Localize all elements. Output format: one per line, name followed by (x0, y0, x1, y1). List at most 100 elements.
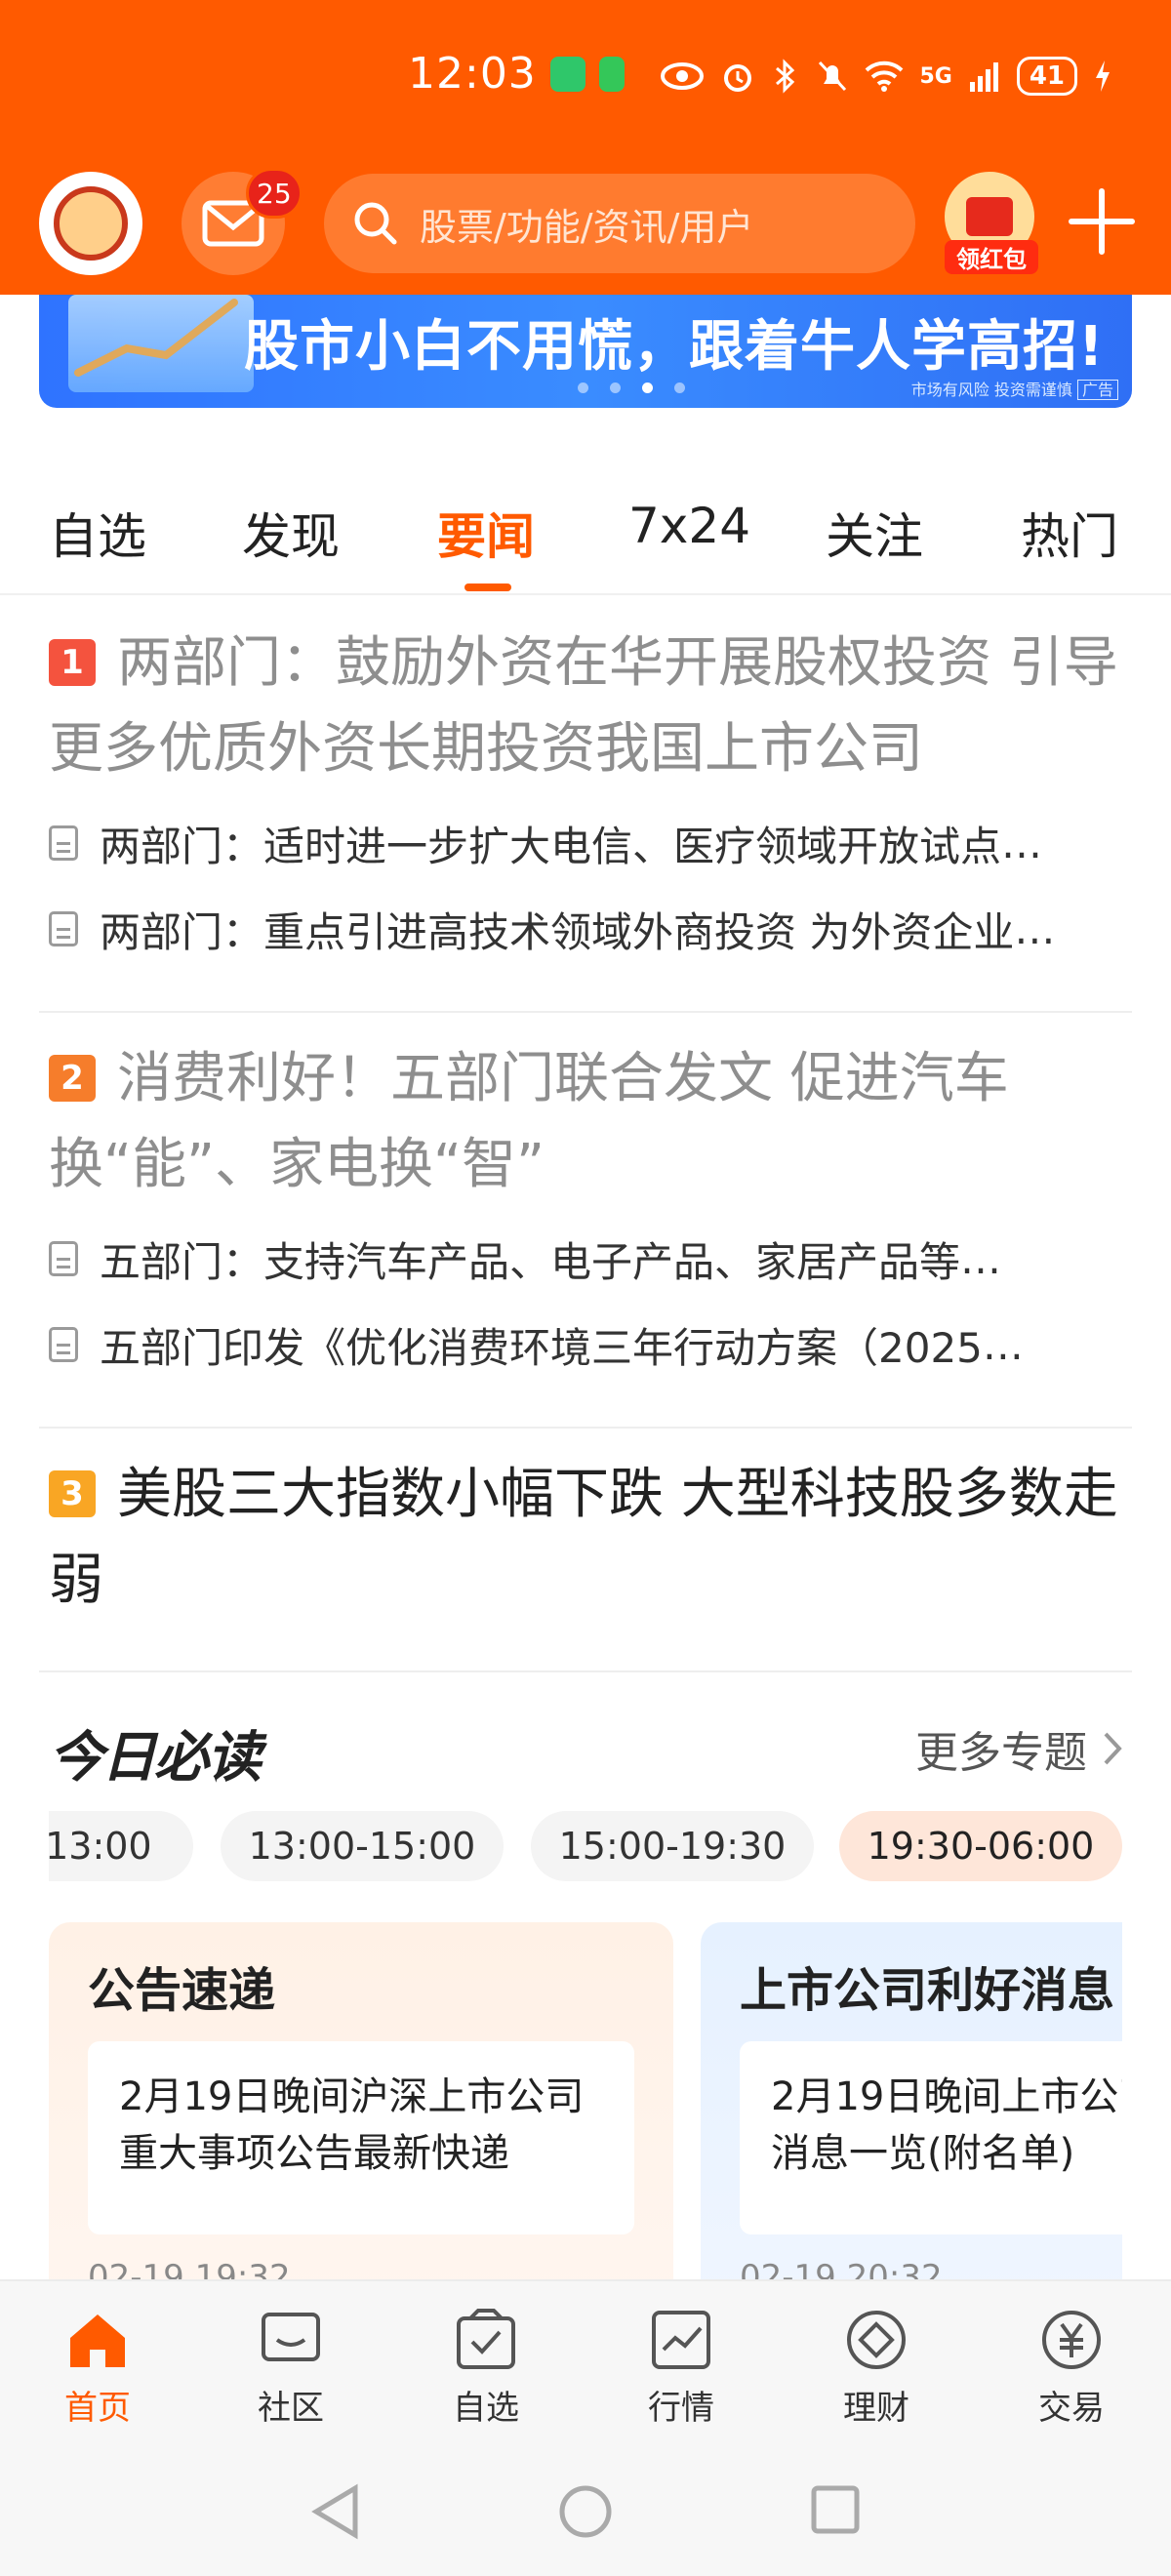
home-circle-icon[interactable] (556, 2482, 615, 2541)
back-icon[interactable] (308, 2482, 363, 2541)
notification-app-icon (549, 56, 586, 92)
chevron-right-icon (1104, 1732, 1122, 1765)
pager-dot (674, 382, 685, 393)
news-item[interactable]: 3 美股三大指数小幅下跌 大型科技股多数走弱 (0, 1452, 1171, 1647)
red-packet-label: 领红包 (945, 240, 1038, 274)
card-title: 上市公司利好消息 (740, 1963, 1115, 2018)
active-tab-indicator (464, 584, 511, 591)
nav-label: 自选 (453, 2389, 519, 2428)
wifi-icon (866, 60, 904, 92)
community-icon (262, 2313, 320, 2361)
news-title[interactable]: 3 美股三大指数小幅下跌 大型科技股多数走弱 (49, 1452, 1132, 1624)
tab-7x24[interactable]: 7x24 (628, 498, 750, 554)
status-time: 12:03 (408, 49, 537, 99)
section-title: 今日必读 (49, 1726, 262, 1790)
banner-disclaimer: 市场有风险 投资需谨慎 广告 (911, 377, 1118, 400)
bottom-navigation: 首页 社区 自选 行情 理财 交易 (0, 2279, 1171, 2447)
topic-cards: 公告速递 2月19日晚间沪深上市公司重大事项公告最新快递 02-19 19:32… (49, 1922, 1122, 2279)
banner-headline: 股市小白不用慌，跟着牛人学高招! (244, 315, 1105, 379)
search-icon (354, 202, 397, 245)
tab-hot[interactable]: 热门 (1021, 498, 1118, 568)
bluetooth-icon (776, 59, 795, 94)
news-item[interactable]: 1 两部门：鼓励外资在华开展股权投资 引导更多优质外资长期投资我国上市公司 两部门… (0, 621, 1171, 1011)
trade-icon (1042, 2311, 1101, 2369)
app-header: 12:03 5G 41 25 股票/功能/资讯/用户 领红包 (0, 0, 1171, 295)
rank-badge: 2 (49, 1055, 96, 1102)
watchlist-icon (457, 2309, 515, 2369)
notification-app-icon-2 (598, 56, 625, 92)
tab-headlines[interactable]: 要闻 (437, 498, 535, 568)
tab-discover[interactable]: 发现 (242, 498, 340, 568)
document-icon (49, 825, 78, 861)
related-news[interactable]: 两部门：适时进一步扩大电信、医疗领域开放试点… (49, 814, 1103, 872)
wealth-icon (847, 2311, 906, 2369)
nav-market[interactable]: 行情 (613, 2307, 749, 2429)
charging-icon (1096, 60, 1110, 92)
search-placeholder: 股票/功能/资讯/用户 (420, 205, 754, 249)
document-icon (49, 1327, 78, 1362)
tab-watchlist[interactable]: 自选 (49, 498, 146, 568)
search-input[interactable]: 股票/功能/资讯/用户 (324, 174, 915, 273)
pager-dot-active (642, 382, 653, 393)
related-news[interactable]: 五部门印发《优化消费环境三年行动方案（2025… (49, 1315, 1103, 1374)
time-chip-active[interactable]: 19:30-06:00 (839, 1811, 1122, 1881)
battery-level: 41 (1016, 57, 1077, 96)
news-tabs: 自选 发现 要闻 7x24 关注 热门 (0, 488, 1171, 595)
time-chips: -13:00 13:00-15:00 15:00-19:30 19:30-06:… (49, 1811, 1122, 1881)
nav-label: 行情 (648, 2389, 714, 2428)
divider (39, 1427, 1132, 1429)
nav-label: 首页 (64, 2389, 131, 2428)
card-body[interactable]: 2月19日晚间沪深上市公司重大事项公告最新快递 (88, 2041, 634, 2234)
related-news[interactable]: 五部门：支持汽车产品、电子产品、家居产品等… (49, 1229, 1103, 1288)
card-body[interactable]: 2月19日晚间上市公司利好消息一览(附名单) (740, 2041, 1122, 2234)
news-title[interactable]: 1 两部门：鼓励外资在华开展股权投资 引导更多优质外资长期投资我国上市公司 (49, 621, 1132, 792)
recents-icon[interactable] (808, 2482, 863, 2537)
news-title[interactable]: 2 消费利好！五部门联合发文 促进汽车换“能”、家电换“智” (49, 1036, 1132, 1208)
document-icon (49, 911, 78, 946)
topic-card[interactable]: 上市公司利好消息 2月19日晚间上市公司利好消息一览(附名单) 02-19 20… (701, 1922, 1122, 2279)
news-item[interactable]: 2 消费利好！五部门联合发文 促进汽车换“能”、家电换“智” 五部门：支持汽车产品… (0, 1036, 1171, 1427)
rank-badge: 1 (49, 639, 96, 686)
status-bar-right: 5G 41 (660, 57, 1112, 96)
nav-trade[interactable]: 交易 (1003, 2307, 1140, 2429)
plus-icon[interactable] (1068, 187, 1136, 256)
nav-watchlist[interactable]: 自选 (418, 2307, 554, 2429)
nav-wealth[interactable]: 理财 (808, 2307, 945, 2429)
network-type: 5G (919, 63, 952, 89)
alarm-icon (724, 64, 752, 92)
ad-tag: 广告 (1076, 380, 1118, 400)
card-time: 02-19 19:32 (88, 2258, 291, 2279)
nav-home[interactable]: 首页 (29, 2307, 166, 2429)
red-packet-button[interactable]: 领红包 (945, 172, 1038, 275)
nav-label: 理财 (843, 2389, 909, 2428)
pager-dot (578, 382, 588, 393)
topic-card[interactable]: 公告速递 2月19日晚间沪深上市公司重大事项公告最新快递 02-19 19:32 (49, 1922, 673, 2279)
banner-pager (578, 382, 685, 393)
promo-banner[interactable]: 股市小白不用慌，跟着牛人学高招! 市场有风险 投资需谨慎 广告 (39, 295, 1132, 408)
home-icon (70, 2314, 125, 2367)
mail-count-badge: 25 (246, 168, 303, 219)
divider (39, 1011, 1132, 1013)
user-avatar[interactable] (39, 172, 142, 275)
banner-chart-illustration (68, 295, 254, 392)
time-chip[interactable]: -13:00 (49, 1811, 193, 1881)
tab-following[interactable]: 关注 (826, 498, 923, 568)
card-time: 02-19 20:32 (740, 2258, 943, 2279)
related-news[interactable]: 两部门：重点引进高技术领域外商投资 为外资企业… (49, 900, 1103, 958)
nav-community[interactable]: 社区 (222, 2307, 359, 2429)
card-title: 公告速递 (88, 1963, 276, 2018)
more-topics-link[interactable]: 更多专题 (915, 1717, 1122, 1780)
divider (39, 1670, 1132, 1672)
time-chip[interactable]: 13:00-15:00 (221, 1811, 504, 1881)
nav-label: 交易 (1038, 2389, 1105, 2428)
avatar-image (54, 186, 128, 261)
eye-icon (661, 62, 705, 90)
system-navigation-bar (0, 2447, 1171, 2576)
time-chip[interactable]: 15:00-19:30 (531, 1811, 814, 1881)
document-icon (49, 1241, 78, 1276)
rank-badge: 3 (49, 1470, 96, 1517)
nav-label: 社区 (258, 2389, 324, 2428)
market-icon (652, 2311, 710, 2369)
more-topics-label: 更多专题 (915, 1728, 1087, 1778)
status-bar-left: 12:03 (408, 49, 625, 99)
